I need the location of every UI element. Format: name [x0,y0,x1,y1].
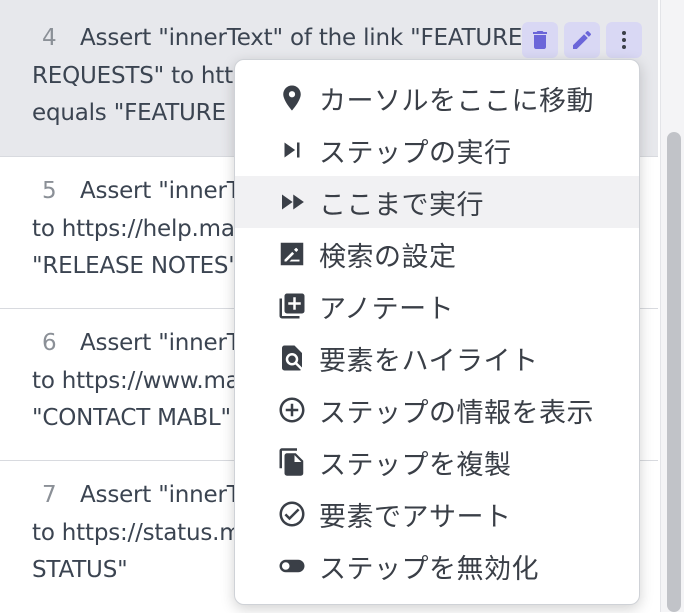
menu-item-label: ステップを複製 [319,449,512,481]
step-number: 4 [42,25,57,51]
step-actions [522,22,642,58]
add-annotation-icon [275,289,309,323]
check-circle-icon [275,497,309,531]
step-text: STATUS" [32,557,128,583]
step-context-menu: カーソルをここに移動 ステップの実行 ここまで実行 検索の設定 アノテート 要素… [234,59,640,605]
step-text: "CONTACT MABL" [32,405,231,431]
menu-item-label: 要素でアサート [319,501,512,533]
fast-forward-icon [275,185,309,219]
menu-item-label: ステップの実行 [319,137,512,169]
menu-item-label: アノテート [319,293,455,325]
step-text: Assert "innerT [80,482,241,508]
step-text: Assert "innerT [80,178,241,204]
menu-item-run-step[interactable]: ステップの実行 [235,124,639,176]
menu-item-label: 検索の設定 [319,241,457,273]
menu-item-label: カーソルをここに移動 [319,85,594,117]
find-in-page-icon [275,341,309,375]
step-text: equals "FEATURE R [32,100,249,126]
step-text: to https://status.m [32,520,242,546]
step-text: Assert "innerT [80,330,241,356]
step-text: to https://help.ma [32,216,235,242]
step-forward-icon [275,133,309,167]
more-vertical-icon [622,31,626,49]
step-number: 7 [42,482,57,508]
menu-item-disable-step[interactable]: ステップを無効化 [235,540,639,592]
edit-find-icon [275,237,309,271]
step-text: REQUESTS" to http [32,63,248,89]
menu-item-label: ステップの情報を表示 [319,397,594,429]
delete-step-button[interactable] [522,22,558,58]
edit-step-button[interactable] [564,22,600,58]
menu-item-highlight-element[interactable]: 要素をハイライト [235,332,639,384]
more-options-button[interactable] [606,22,642,58]
step-text: to https://www.ma [32,368,240,394]
step-text: "RELEASE NOTES" [32,253,239,279]
step-number: 5 [42,178,57,204]
menu-item-show-step-info[interactable]: ステップの情報を表示 [235,384,639,436]
location-pin-icon [275,81,309,115]
menu-item-move-cursor[interactable]: カーソルをここに移動 [235,72,639,124]
toggle-off-icon [275,549,309,583]
menu-item-duplicate-step[interactable]: ステップを複製 [235,436,639,488]
menu-item-assert-element[interactable]: 要素でアサート [235,488,639,540]
menu-item-label: ステップを無効化 [319,553,539,585]
pencil-icon [573,30,592,49]
trash-icon [533,31,547,49]
menu-item-find-settings[interactable]: 検索の設定 [235,228,639,280]
menu-item-annotate[interactable]: アノテート [235,280,639,332]
step-number: 6 [42,330,57,356]
duplicate-icon [275,445,309,479]
step-text: Assert "innerText" of the link "FEATURE [80,25,523,51]
menu-item-label: 要素をハイライト [319,345,539,377]
menu-item-label: ここまで実行 [319,189,484,221]
add-circle-icon [275,393,309,427]
scrollbar-thumb[interactable] [667,132,681,612]
menu-item-run-to-here[interactable]: ここまで実行 [235,176,639,228]
